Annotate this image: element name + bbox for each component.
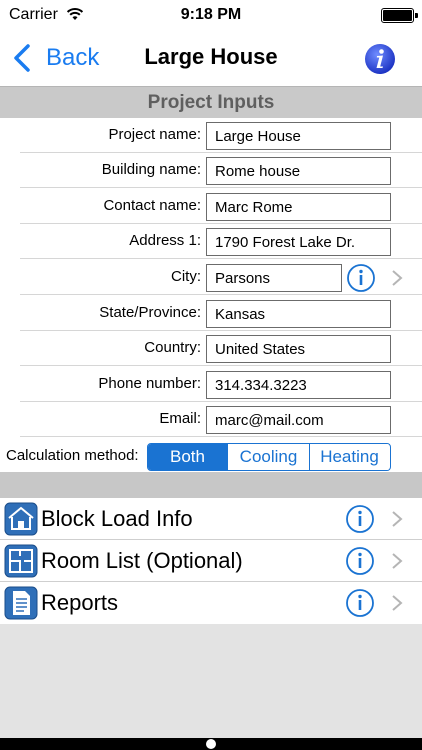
info-icon[interactable] [364, 43, 396, 75]
field-row-phone-number: Phone number: [0, 367, 422, 402]
clock: 9:18 PM [180, 6, 242, 23]
field-row-city: City: [0, 260, 422, 295]
row-divider [20, 258, 422, 259]
segment-heating[interactable]: Heating [310, 444, 389, 470]
row-divider [20, 436, 422, 437]
country-input[interactable] [206, 335, 391, 363]
segment-both[interactable]: Both [148, 444, 228, 470]
field-row-email: Email: [0, 402, 422, 437]
section-header-project-inputs: Project Inputs [0, 86, 422, 118]
city-label: City: [171, 268, 201, 285]
menu-item-reports[interactable]: Reports [0, 582, 422, 624]
segment-cooling[interactable]: Cooling [228, 444, 310, 470]
country-label: Country: [144, 339, 201, 356]
page-title: Large House [144, 44, 278, 69]
city-input[interactable] [206, 264, 342, 292]
field-row-building-name: Building name: [0, 153, 422, 188]
calculation-method-label: Calculation method: [6, 447, 139, 464]
field-row-address-1: Address 1: [0, 224, 422, 259]
home-indicator-dot [206, 739, 216, 749]
menu-item-block-load-info[interactable]: Block Load Info [0, 498, 422, 540]
row-divider [20, 365, 422, 366]
calculation-method-row: Calculation method: Both Cooling Heating [0, 438, 422, 472]
building-name-input[interactable] [206, 157, 391, 185]
field-row-country: Country: [0, 331, 422, 366]
phone-number-label: Phone number: [98, 375, 201, 392]
block-load-info-icon[interactable] [345, 504, 375, 534]
project-name-label: Project name: [108, 126, 201, 143]
chevron-right-icon [392, 553, 403, 569]
phone-number-input[interactable] [206, 371, 391, 399]
reports-info-icon[interactable] [345, 588, 375, 618]
chevron-right-icon [392, 511, 403, 527]
status-bar: Carrier 9:18 PM [0, 0, 422, 30]
chevron-right-icon [392, 595, 403, 611]
email-input[interactable] [206, 406, 391, 434]
field-row-state-province: State/Province: [0, 296, 422, 331]
address-1-input[interactable] [206, 228, 391, 256]
contact-name-input[interactable] [206, 193, 391, 221]
field-row-project-name: Project name: [0, 118, 422, 153]
field-row-contact-name: Contact name: [0, 189, 422, 224]
menu-item-label: Room List (Optional) [41, 548, 243, 573]
nav-bar: Back Large House [0, 30, 422, 86]
row-divider [20, 187, 422, 188]
project-inputs-form: Project name: Building name: Contact nam… [0, 118, 422, 472]
empty-background [0, 624, 422, 750]
calculation-method-segmented-control: Both Cooling Heating [147, 443, 391, 471]
floorplan-icon [4, 544, 38, 578]
document-icon [4, 586, 38, 620]
contact-name-label: Contact name: [103, 197, 201, 214]
room-list-info-icon[interactable] [345, 546, 375, 576]
state-province-label: State/Province: [99, 304, 201, 321]
battery-icon [381, 8, 418, 23]
city-info-icon[interactable] [346, 263, 376, 293]
section-gap [0, 472, 422, 498]
email-label: Email: [159, 410, 201, 427]
city-chevron-right-icon[interactable] [391, 269, 403, 287]
address-1-label: Address 1: [129, 232, 201, 249]
house-icon [4, 502, 38, 536]
state-province-input[interactable] [206, 300, 391, 328]
menu-item-label: Reports [41, 590, 119, 615]
menu-list: Block Load Info Room List (Optional) Rep… [0, 498, 422, 624]
row-divider [20, 294, 422, 295]
project-name-input[interactable] [206, 122, 391, 150]
menu-item-label: Block Load Info [41, 506, 193, 531]
menu-item-room-list[interactable]: Room List (Optional) [0, 540, 422, 582]
building-name-label: Building name: [101, 161, 201, 178]
